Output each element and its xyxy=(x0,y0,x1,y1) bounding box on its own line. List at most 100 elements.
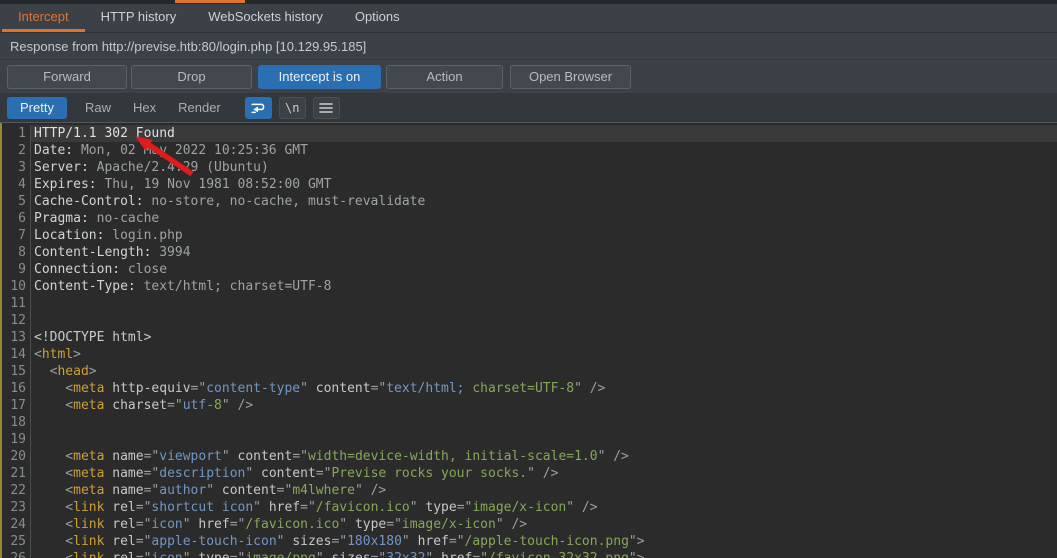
line-number: 1 xyxy=(0,125,30,142)
mode-render[interactable]: Render xyxy=(167,97,232,119)
response-editor[interactable]: 1HTTP/1.1 302 Found2Date: Mon, 02 May 20… xyxy=(0,122,1057,558)
newline-glyph-button[interactable]: \n xyxy=(279,97,306,119)
tab-websockets-history[interactable]: WebSockets history xyxy=(192,4,339,32)
code-text: <meta name="description" content="Previs… xyxy=(30,465,1057,482)
intercepted-message-description: Response from http://previse.htb:80/logi… xyxy=(10,39,366,54)
line-number: 20 xyxy=(0,448,30,465)
code-line[interactable]: 2Date: Mon, 02 May 2022 10:25:36 GMT xyxy=(0,142,1057,159)
line-number: 16 xyxy=(0,380,30,397)
code-text xyxy=(30,414,1057,431)
editor-menu-icon[interactable] xyxy=(313,97,340,119)
line-number: 24 xyxy=(0,516,30,533)
code-text: <link rel="icon" href="/favicon.ico" typ… xyxy=(30,516,1057,533)
code-text: <meta http-equiv="content-type" content=… xyxy=(30,380,1057,397)
action-button[interactable]: Action xyxy=(386,65,503,89)
line-number: 23 xyxy=(0,499,30,516)
code-line[interactable]: 1HTTP/1.1 302 Found xyxy=(0,125,1057,142)
code-text: Date: Mon, 02 May 2022 10:25:36 GMT xyxy=(30,142,1057,159)
mode-hex[interactable]: Hex xyxy=(122,97,167,119)
code-line[interactable]: 26 <link rel="icon" type="image/png" siz… xyxy=(0,550,1057,558)
tab-options-label: Options xyxy=(355,9,400,24)
mode-pretty[interactable]: Pretty xyxy=(7,97,67,119)
code-line[interactable]: 10Content-Type: text/html; charset=UTF-8 xyxy=(0,278,1057,295)
code-line[interactable]: 20 <meta name="viewport" content="width=… xyxy=(0,448,1057,465)
drop-button[interactable]: Drop xyxy=(131,65,252,89)
code-text xyxy=(30,431,1057,448)
code-line[interactable]: 22 <meta name="author" content="m4lwhere… xyxy=(0,482,1057,499)
code-text: Pragma: no-cache xyxy=(30,210,1057,227)
wrap-lines-icon[interactable] xyxy=(245,97,272,119)
code-text: <meta charset="utf-8" /> xyxy=(30,397,1057,414)
line-number: 15 xyxy=(0,363,30,380)
line-number: 21 xyxy=(0,465,30,482)
intercept-toggle-button[interactable]: Intercept is on xyxy=(258,65,381,89)
tab-intercept-label: Intercept xyxy=(18,9,69,24)
line-number: 4 xyxy=(0,176,30,193)
line-number: 6 xyxy=(0,210,30,227)
code-line[interactable]: 14<html> xyxy=(0,346,1057,363)
newline-glyph-label: \n xyxy=(285,101,299,115)
code-line[interactable]: 13<!DOCTYPE html> xyxy=(0,329,1057,346)
proxy-tab-underline-fragment xyxy=(175,0,245,3)
line-number: 18 xyxy=(0,414,30,431)
line-number: 17 xyxy=(0,397,30,414)
code-line[interactable]: 16 <meta http-equiv="content-type" conte… xyxy=(0,380,1057,397)
code-line[interactable]: 23 <link rel="shortcut icon" href="/favi… xyxy=(0,499,1057,516)
code-text: Expires: Thu, 19 Nov 1981 08:52:00 GMT xyxy=(30,176,1057,193)
line-number: 5 xyxy=(0,193,30,210)
code-line[interactable]: 6Pragma: no-cache xyxy=(0,210,1057,227)
code-line[interactable]: 21 <meta name="description" content="Pre… xyxy=(0,465,1057,482)
tab-http-history-label: HTTP history xyxy=(101,9,177,24)
code-text: <meta name="author" content="m4lwhere" /… xyxy=(30,482,1057,499)
code-text: <meta name="viewport" content="width=dev… xyxy=(30,448,1057,465)
code-line[interactable]: 24 <link rel="icon" href="/favicon.ico" … xyxy=(0,516,1057,533)
line-number: 22 xyxy=(0,482,30,499)
code-text: <head> xyxy=(30,363,1057,380)
menu-lines-glyph xyxy=(318,101,334,115)
forward-button[interactable]: Forward xyxy=(7,65,127,89)
line-number: 19 xyxy=(0,431,30,448)
tab-options[interactable]: Options xyxy=(339,4,416,32)
code-line[interactable]: 8Content-Length: 3994 xyxy=(0,244,1057,261)
line-number: 2 xyxy=(0,142,30,159)
code-text: Connection: close xyxy=(30,261,1057,278)
code-text: Content-Length: 3994 xyxy=(30,244,1057,261)
code-text: Content-Type: text/html; charset=UTF-8 xyxy=(30,278,1057,295)
code-text: <link rel="icon" type="image/png" sizes=… xyxy=(30,550,1057,558)
code-text: <!DOCTYPE html> xyxy=(30,329,1057,346)
proxy-subtab-bar: Intercept HTTP history WebSockets histor… xyxy=(0,4,1057,33)
message-bar: Response from http://previse.htb:80/logi… xyxy=(0,33,1057,60)
tab-intercept[interactable]: Intercept xyxy=(2,4,85,32)
line-number: 13 xyxy=(0,329,30,346)
code-line[interactable]: 12 xyxy=(0,312,1057,329)
code-line[interactable]: 15 <head> xyxy=(0,363,1057,380)
line-number: 11 xyxy=(0,295,30,312)
line-number: 3 xyxy=(0,159,30,176)
mode-raw[interactable]: Raw xyxy=(74,97,122,119)
open-browser-button[interactable]: Open Browser xyxy=(510,65,631,89)
code-text: Location: login.php xyxy=(30,227,1057,244)
code-text: Server: Apache/2.4.29 (Ubuntu) xyxy=(30,159,1057,176)
code-line[interactable]: 18 xyxy=(0,414,1057,431)
line-number: 10 xyxy=(0,278,30,295)
line-number: 12 xyxy=(0,312,30,329)
code-line[interactable]: 19 xyxy=(0,431,1057,448)
code-line[interactable]: 17 <meta charset="utf-8" /> xyxy=(0,397,1057,414)
tab-http-history[interactable]: HTTP history xyxy=(85,4,193,32)
wrap-lines-glyph xyxy=(249,100,267,116)
code-line[interactable]: 11 xyxy=(0,295,1057,312)
line-number: 7 xyxy=(0,227,30,244)
code-line[interactable]: 3Server: Apache/2.4.29 (Ubuntu) xyxy=(0,159,1057,176)
code-line[interactable]: 9Connection: close xyxy=(0,261,1057,278)
code-text xyxy=(30,312,1057,329)
code-text: Cache-Control: no-store, no-cache, must-… xyxy=(30,193,1057,210)
code-line[interactable]: 25 <link rel="apple-touch-icon" sizes="1… xyxy=(0,533,1057,550)
code-line[interactable]: 4Expires: Thu, 19 Nov 1981 08:52:00 GMT xyxy=(0,176,1057,193)
code-line[interactable]: 5Cache-Control: no-store, no-cache, must… xyxy=(0,193,1057,210)
code-text xyxy=(30,295,1057,312)
line-number: 14 xyxy=(0,346,30,363)
line-number: 25 xyxy=(0,533,30,550)
code-text: <link rel="shortcut icon" href="/favicon… xyxy=(30,499,1057,516)
line-number: 26 xyxy=(0,550,30,558)
code-line[interactable]: 7Location: login.php xyxy=(0,227,1057,244)
